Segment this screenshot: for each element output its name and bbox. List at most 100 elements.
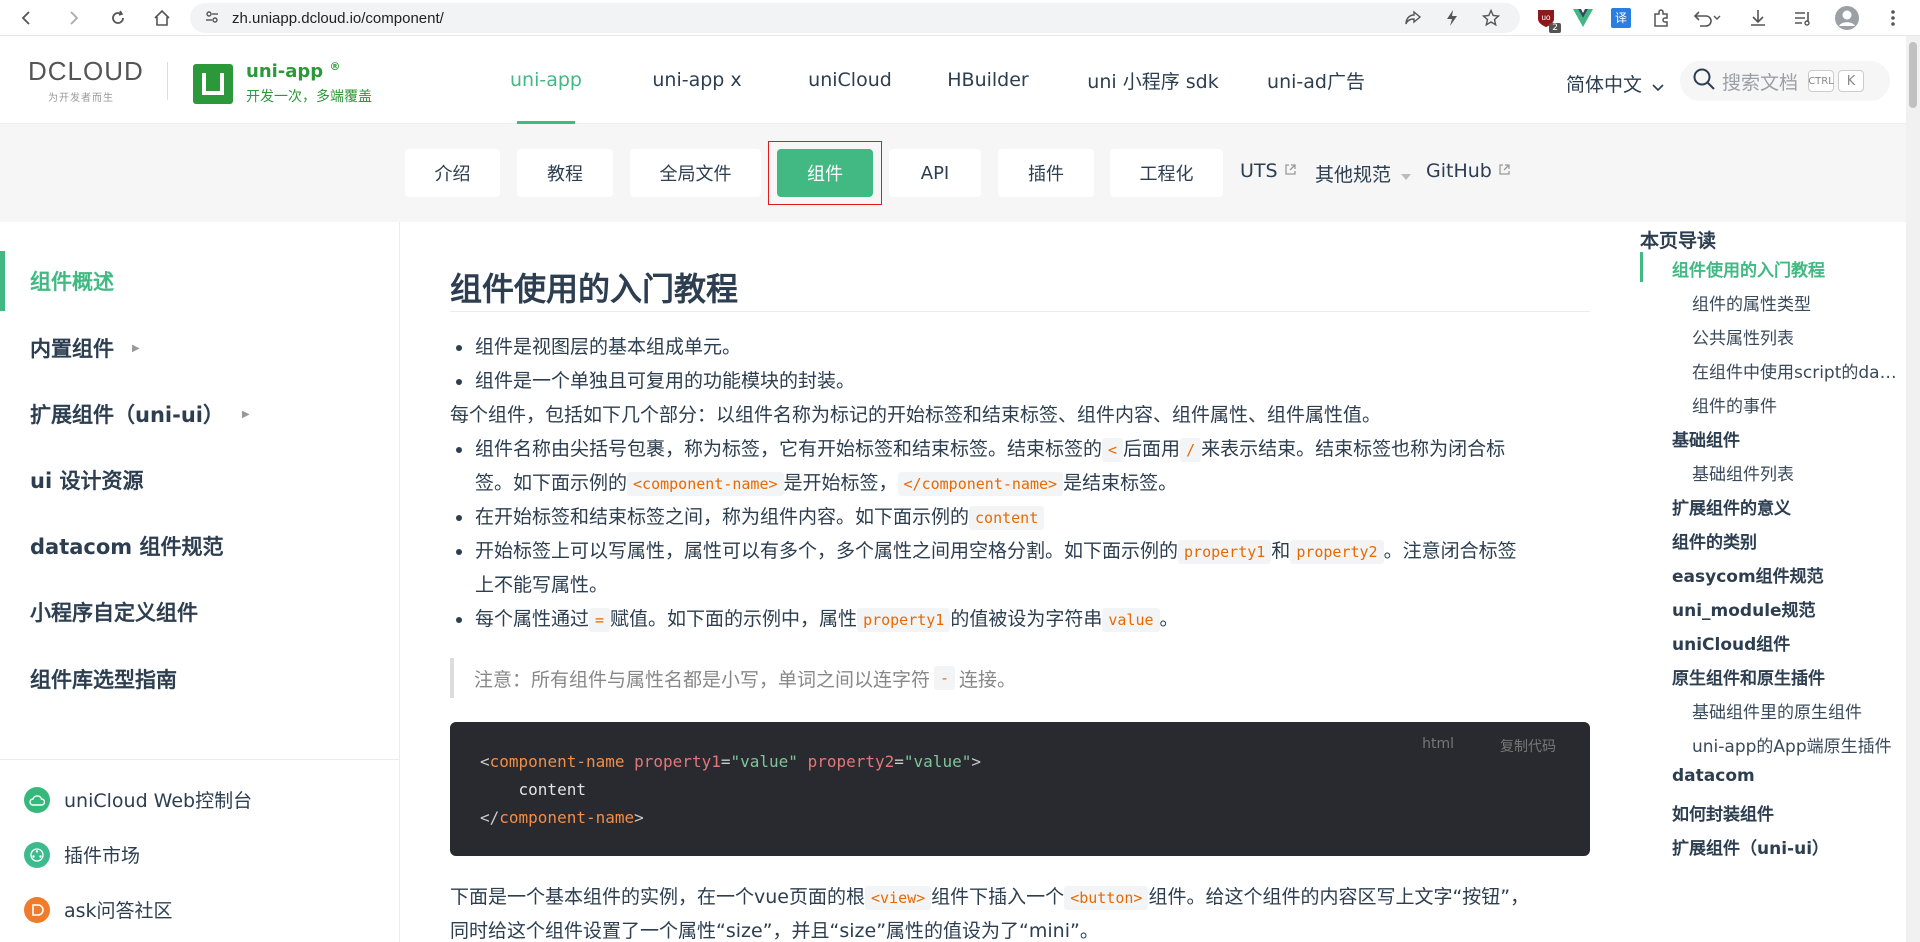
toc-item[interactable]: 组件的属性类型	[1692, 290, 1902, 315]
sidebar-item-ui-design[interactable]: ui 设计资源	[0, 450, 399, 510]
link-other-specs[interactable]: 其他规范	[1315, 160, 1412, 187]
lightning-icon[interactable]	[1436, 2, 1468, 34]
sidebar-link-unicloud-console[interactable]: uniCloud Web控制台	[24, 786, 252, 813]
toc-item[interactable]: uni_module规范	[1672, 596, 1912, 621]
browser-toolbar: zh.uniapp.dcloud.io/component/ uo 2 译	[0, 0, 1920, 36]
sidebar-link-ask-community[interactable]: ask问答社区	[24, 896, 173, 923]
toc-item[interactable]: uniCloud组件	[1672, 630, 1912, 655]
toc-item[interactable]: 基础组件里的原生组件	[1692, 698, 1902, 723]
brand-title[interactable]: uni-app ®	[246, 60, 340, 82]
home-icon[interactable]	[144, 0, 180, 36]
toc-item[interactable]: datacom	[1672, 766, 1912, 786]
main-nav-uni-app-x[interactable]: uni-app x	[612, 36, 782, 124]
toc-item[interactable]: 组件的事件	[1692, 392, 1902, 417]
sidebar-item-datacom[interactable]: datacom 组件规范	[0, 516, 399, 576]
main-nav-uni-app[interactable]: uni-app	[480, 36, 612, 124]
toc-item[interactable]: uni-app的App端原生插件	[1692, 732, 1902, 757]
code-token: component-name	[489, 752, 625, 771]
profile-avatar-icon[interactable]	[1834, 5, 1860, 31]
inline-code: /	[1180, 438, 1202, 462]
brand-reg-mark: ®	[329, 60, 341, 73]
plugin-market-icon	[24, 841, 50, 868]
extensions-puzzle-icon[interactable]	[1648, 5, 1674, 31]
code-token: content	[518, 780, 586, 799]
toc-item[interactable]: 公共属性列表	[1692, 324, 1902, 349]
link-uts[interactable]: UTS	[1240, 160, 1297, 182]
caret-right-icon: ▶	[132, 342, 140, 354]
sidebar-item-builtin[interactable]: 内置组件 ▶	[0, 318, 399, 378]
text-segment: 。注意闭合标签	[1383, 540, 1517, 562]
toc-title: 本页导读	[1640, 230, 1717, 252]
tab-plugins[interactable]: 插件	[998, 149, 1094, 197]
copy-code-button[interactable]: 复制代码	[1500, 736, 1556, 756]
toc-item[interactable]: easycom组件规范	[1672, 562, 1912, 587]
focus-highlight	[768, 141, 882, 205]
tab-engineering[interactable]: 工程化	[1110, 149, 1223, 197]
tip-block: 注意：所有组件与属性名都是小写，单词之间以连字符 - 连接。	[450, 658, 1590, 698]
main-nav: uni-app uni-app x uniCloud HBuilder uni …	[480, 36, 1384, 124]
toc-item[interactable]: 组件使用的入门教程	[1672, 256, 1912, 281]
toc-item[interactable]: 基础组件	[1672, 426, 1912, 451]
text-segment: 是结束标签。	[1063, 472, 1178, 494]
inline-code: property2	[1290, 540, 1384, 564]
text-segment: 在开始标签和结束标签之间，称为组件内容。如下面示例的	[475, 506, 970, 528]
vue-devtools-icon[interactable]	[1570, 5, 1596, 31]
main-content: 组件使用的入门教程 组件是视图层的基本组成单元。 组件是一个单独且可复用的功能模…	[450, 222, 1590, 942]
sidebar-item-overview[interactable]: 组件概述	[0, 251, 399, 311]
sub-nav: 介绍 教程 全局文件 组件 API 插件 工程化 UTS 其他规范 GitHub	[0, 124, 1906, 222]
toc-item[interactable]: 扩展组件的意义	[1672, 494, 1912, 519]
toc-item[interactable]: 基础组件列表	[1692, 460, 1902, 485]
text-segment: 的值被设为字符串	[950, 608, 1103, 630]
text-segment: 是开始标签，	[783, 472, 898, 494]
inline-code: property1	[1178, 540, 1272, 564]
toc-item[interactable]: 扩展组件（uni-ui）	[1672, 834, 1912, 859]
sidebar-item-selection-guide[interactable]: 组件库选型指南	[0, 649, 399, 709]
toc-item[interactable]: 原生组件和原生插件	[1672, 664, 1912, 689]
main-nav-mini-program-sdk[interactable]: uni 小程序 sdk	[1058, 36, 1248, 124]
uni-app-logo-icon[interactable]	[193, 64, 233, 104]
sidebar-item-uni-ui[interactable]: 扩展组件（uni-ui） ▶	[0, 384, 399, 444]
site-settings-icon[interactable]	[204, 9, 222, 27]
reload-icon[interactable]	[100, 0, 136, 36]
scrollbar-thumb[interactable]	[1909, 42, 1917, 108]
tab-global-files[interactable]: 全局文件	[630, 149, 761, 197]
back-arrow-icon[interactable]	[8, 0, 44, 36]
address-bar[interactable]: zh.uniapp.dcloud.io/component/	[190, 3, 1520, 33]
text-segment: 后面用	[1123, 438, 1181, 460]
link-github[interactable]: GitHub	[1426, 160, 1511, 182]
browser-menu-icon[interactable]	[1880, 5, 1906, 31]
main-nav-unicloud[interactable]: uniCloud	[782, 36, 918, 124]
main-nav-hbuilder[interactable]: HBuilder	[918, 36, 1058, 124]
tab-tutorial[interactable]: 教程	[517, 149, 613, 197]
search-box[interactable]: 搜索文档 CTRL K	[1680, 61, 1890, 101]
brand-subtitle: 开发一次，多端覆盖	[246, 89, 372, 105]
code-token: >	[634, 808, 644, 827]
share-icon[interactable]	[1397, 2, 1429, 34]
sidebar-item-label: 组件概述	[30, 270, 114, 294]
code-token: "value"	[730, 752, 798, 771]
translate-extension-icon[interactable]: 译	[1608, 5, 1634, 31]
external-link-icon	[1284, 163, 1297, 180]
tab-api[interactable]: API	[889, 149, 981, 197]
undo-dropdown-icon[interactable]	[1690, 5, 1724, 31]
reading-list-icon[interactable]	[1790, 5, 1816, 31]
search-icon	[1692, 67, 1716, 95]
toc-item[interactable]: 组件的类别	[1672, 528, 1912, 553]
sidebar-item-mp-custom[interactable]: 小程序自定义组件	[0, 582, 399, 642]
main-nav-uni-ad[interactable]: uni-ad广告	[1248, 36, 1384, 124]
toc-item[interactable]: 如何封装组件	[1672, 800, 1912, 825]
inline-code: =	[589, 608, 611, 632]
link-other-specs-label: 其他规范	[1315, 164, 1392, 186]
sidebar-link-plugin-market[interactable]: 插件市场	[24, 841, 140, 868]
inline-code: value	[1102, 608, 1160, 632]
language-switcher[interactable]: 简体中文	[1566, 70, 1664, 97]
toc-item[interactable]: 在组件中使用script的data...	[1692, 358, 1902, 383]
bookmark-star-icon[interactable]	[1475, 2, 1507, 34]
tab-intro[interactable]: 介绍	[405, 149, 500, 197]
text-segment: 下面是一个基本组件的实例，在一个vue页面的根	[450, 886, 865, 908]
dcloud-logo[interactable]: DCLOUD 为开发者而生	[28, 56, 148, 104]
forward-arrow-icon[interactable]	[56, 0, 92, 36]
list-item-text: 每个属性通过 = 赋值。如下面的示例中，属性 property1 的值被设为字符串 val…	[475, 606, 1179, 633]
ublock-extension-icon[interactable]: uo 2	[1533, 5, 1561, 33]
download-icon[interactable]	[1745, 5, 1771, 31]
